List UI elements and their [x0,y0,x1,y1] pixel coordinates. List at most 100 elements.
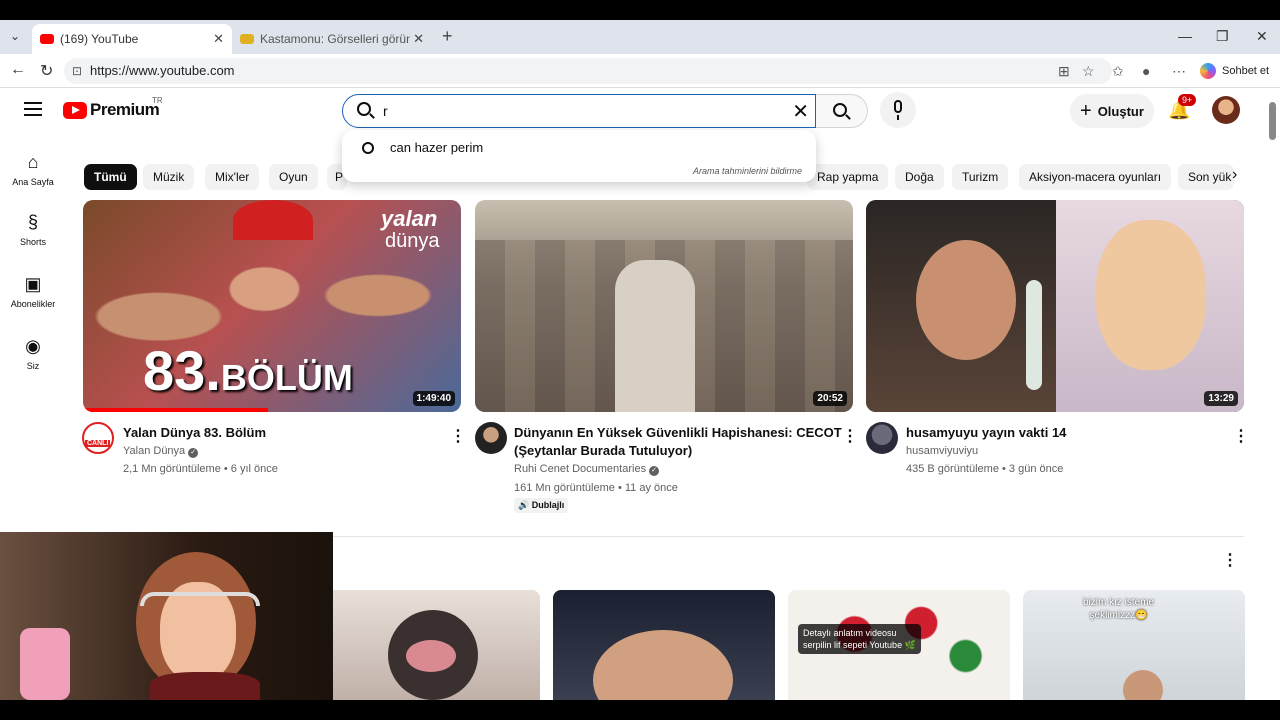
shorts-icon: § [27,212,38,232]
video-duration: 1:49:40 [412,391,455,406]
channel-name[interactable]: Ruhi Cenet Documentaries ✓ [514,463,660,476]
page-scrollbar[interactable] [1266,88,1280,700]
tab-close-icon[interactable]: ✕ [213,31,224,47]
clear-search-icon[interactable]: ✕ [792,99,809,124]
copilot-button[interactable]: Sohbet et [1200,61,1269,81]
search-button[interactable] [816,94,868,128]
channel-avatar[interactable] [475,422,507,454]
video-thumbnail[interactable]: 13:29 [866,200,1244,412]
search-icon [833,103,847,117]
suggestion-item[interactable]: can hazer perim [362,140,483,155]
screen: ⌄ (169) YouTube ✕ Kastamonu: Görselleri … [0,20,1280,700]
channel-name[interactable]: husamviyuviyu [906,445,978,457]
reload-icon[interactable]: ↻ [40,61,53,81]
channel-name[interactable]: Yalan Dünya ✓ [123,445,199,458]
video-title[interactable]: husamyuyu yayın vakti 14 [906,424,1226,442]
thumb-text-bolum: BÖLÜM [220,357,353,398]
thumb-text-yalan: yalan [381,206,438,231]
short-thumbnail[interactable] [318,590,540,700]
youtube-premium-logo[interactable]: Premium TR [63,96,163,120]
copilot-label: Sohbet et [1222,65,1270,77]
search-input[interactable]: r ✕ [342,94,816,128]
video-thumbnail[interactable]: yalan dünya 83. BÖLÜM 1:49:40 [83,200,461,412]
sidebar-item-shorts[interactable]: § Shorts [0,212,66,247]
maximize-icon[interactable]: ❐ [1216,28,1229,45]
short-caption: Detaylı anlatım videosu serpilin lif sep… [798,624,921,654]
url-field[interactable]: ⊡ https://www.youtube.com [64,58,1112,84]
live-label: CANLI [85,440,111,447]
chip-nature[interactable]: Doğa [895,164,944,190]
favorites-icon[interactable]: ✩ [1112,63,1124,80]
search-suggestions-dropdown: can hazer perim Arama tahminlerini bildi… [342,130,816,182]
report-predictions-link[interactable]: Arama tahminlerini bildirme [693,166,802,176]
scrollbar-thumb[interactable] [1269,102,1276,140]
sidebar-item-home[interactable]: ⌂ Ana Sayfa [0,152,66,187]
video-title[interactable]: Yalan Dünya 83. Bölüm [123,424,443,442]
search-icon [362,141,374,154]
video-duration: 13:29 [1204,391,1238,406]
youtube-play-icon [63,101,87,119]
subscriptions-icon: ▣ [24,274,42,294]
country-code: TR [152,96,163,105]
profile-icon[interactable]: ● [1142,63,1150,79]
tab-youtube[interactable]: (169) YouTube ✕ [32,24,232,54]
more-options-icon[interactable]: ⋯ [1172,63,1186,80]
video-thumbnail[interactable]: 20:52 [475,200,853,412]
video-menu-icon[interactable]: ⋮ [842,426,858,446]
menu-icon[interactable] [24,102,42,120]
sidebar-item-label: Ana Sayfa [12,177,54,187]
create-label: Oluştur [1097,103,1144,119]
chip-tourism[interactable]: Turizm [952,164,1009,190]
chip-mixes[interactable]: Mix'ler [205,164,260,190]
video-title[interactable]: Dünyanın En Yüksek Güvenlikli Hapishanes… [514,424,842,460]
create-button[interactable]: + Oluştur [1070,94,1154,128]
favorite-star-icon[interactable]: ☆ [1082,63,1095,80]
sidebar-item-subscriptions[interactable]: ▣ Abonelikler [0,274,66,309]
channel-avatar[interactable]: CANLI [82,422,114,454]
video-stats: 2,1 Mn görüntüleme • 6 yıl önce [123,463,278,475]
video-menu-icon[interactable]: ⋮ [450,426,466,446]
chevron-right-icon[interactable]: › [1232,166,1237,184]
verified-icon: ✓ [649,466,660,476]
voice-search-button[interactable] [880,92,916,128]
tab-close-icon[interactable]: ✕ [413,31,424,47]
suggestion-text: can hazer perim [390,140,484,155]
copilot-icon [1200,63,1216,79]
video-menu-icon[interactable]: ⋮ [1233,426,1249,446]
sidebar-item-label: Siz [26,361,40,371]
home-icon: ⌂ [27,152,39,172]
channel-avatar[interactable] [866,422,898,454]
tab-kastamonu-label: Kastamonu: Görselleri görüntüley [260,32,410,46]
image-favicon-icon [240,34,254,44]
user-avatar[interactable] [1212,96,1240,124]
video-stats: 161 Mn görüntüleme • 11 ay önce [514,482,678,494]
thumb-text-dunya: dünya [385,230,440,252]
chip-gaming[interactable]: Oyun [269,164,318,190]
video-duration: 20:52 [813,391,847,406]
short-caption: bizim kız isteme şeklimizzz😁 [1083,597,1155,621]
short-thumbnail[interactable] [553,590,775,700]
url-text: https://www.youtube.com [90,63,235,78]
tab-list-dropdown-icon[interactable]: ⌄ [10,29,20,43]
tab-youtube-label: (169) YouTube [60,32,139,46]
chip-recent[interactable]: Son yük [1178,164,1234,190]
chip-action-adventure[interactable]: Aksiyon-macera oyunları [1019,164,1172,190]
chip-all[interactable]: Tümü [84,164,137,190]
tab-kastamonu[interactable]: Kastamonu: Görselleri görüntüley ✕ [232,24,432,54]
new-tab-icon[interactable]: + [442,26,453,47]
back-icon[interactable]: ← [10,61,26,79]
short-thumbnail[interactable]: bizim kız isteme şeklimizzz😁 [1023,590,1245,700]
you-icon: ◉ [25,336,41,356]
minimize-icon[interactable]: — [1178,28,1192,44]
search-icon [357,102,371,116]
chip-rap[interactable]: Rap yapma [807,164,889,190]
sidebar-item-you[interactable]: ◉ Siz [0,336,66,371]
site-info-icon[interactable]: ⊡ [72,58,82,84]
youtube-favicon-icon [40,34,54,44]
shorts-menu-icon[interactable]: ⋮ [1222,550,1238,570]
app-available-icon[interactable]: ⊞ [1058,63,1070,80]
window-close-icon[interactable]: ✕ [1256,28,1268,45]
chip-music[interactable]: Müzik [143,164,195,190]
short-thumbnail[interactable]: Detaylı anlatım videosu serpilin lif sep… [788,590,1010,700]
sidebar-item-label: Abonelikler [10,299,56,309]
